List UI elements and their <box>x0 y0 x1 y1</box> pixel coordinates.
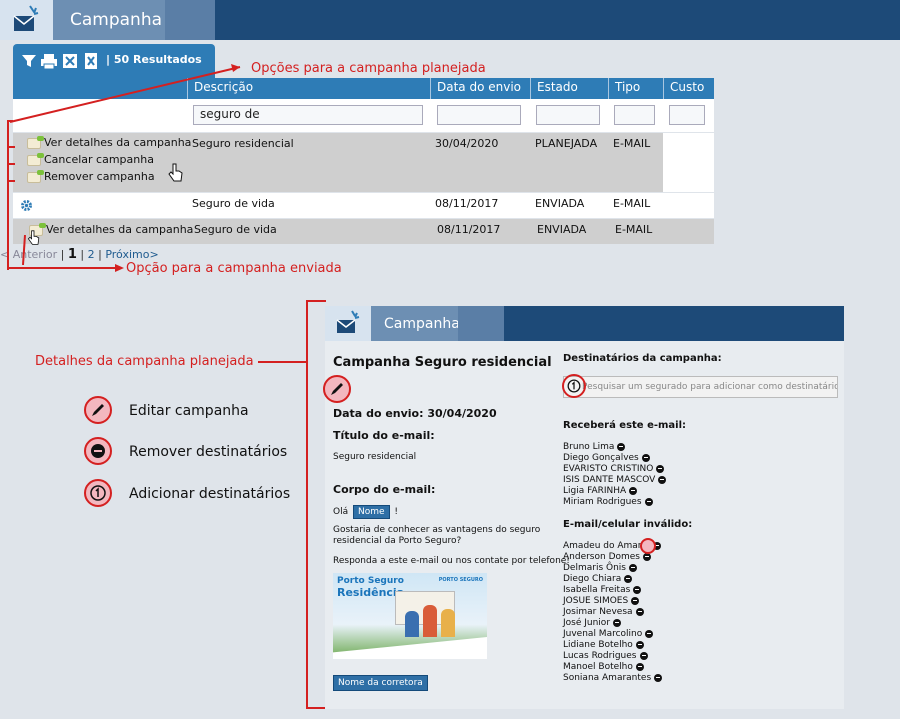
remove-recipient-icon[interactable] <box>658 475 667 484</box>
highlight-remove-recipient <box>640 538 656 554</box>
gear-icon[interactable] <box>20 199 33 212</box>
envelope-icon <box>27 153 44 166</box>
data-filter-input[interactable] <box>437 105 521 125</box>
list-item: EVARISTO CRISTINO <box>563 464 665 474</box>
tipo-filter-input[interactable] <box>614 105 655 125</box>
campaign-title: Campanha Seguro residencial <box>333 355 552 370</box>
details-annotation: Detalhes da campanha planejada <box>35 354 254 369</box>
campaign-logo-icon <box>0 0 53 40</box>
table-row[interactable]: Seguro de vida 08/11/2017 ENVIADA E-MAIL <box>13 193 714 218</box>
list-item: Josimar Nevesa <box>563 607 644 617</box>
details-header: Campanha <box>325 306 844 341</box>
column-data-envio[interactable]: Data do envio <box>430 78 530 99</box>
invalid-contact-label: E-mail/celular inválido: <box>563 519 693 530</box>
list-item: Diego Gonçalves <box>563 453 650 463</box>
list-item: Anderson Domes <box>563 552 652 562</box>
list-item: Bruno Lima <box>563 442 626 452</box>
remove-recipient-icon[interactable] <box>639 651 648 660</box>
planned-options-annotation: Opções para a campanha planejada <box>251 61 486 76</box>
email-body-label: Corpo do e-mail: <box>333 483 436 496</box>
list-item: Delmaris Ônis <box>563 563 637 573</box>
remove-recipient-icon[interactable] <box>613 618 622 627</box>
list-item: Lucas Rodrigues <box>563 651 648 661</box>
current-page[interactable]: 1 <box>68 247 77 262</box>
remove-recipient-icon[interactable] <box>628 563 637 572</box>
will-receive-label: Receberá este e-mail: <box>563 420 687 431</box>
list-item: ISIS DANTE MASCOV <box>563 475 667 485</box>
name-merge-tag[interactable]: Nome <box>352 505 390 519</box>
menu-ver-detalhes[interactable]: Ver detalhes da campanha <box>13 136 191 153</box>
list-item: Diego Chiara <box>563 574 633 584</box>
remove-recipient-icon[interactable] <box>633 585 642 594</box>
list-item: Lidiane Botelho <box>563 640 644 650</box>
add-recipient-icon[interactable] <box>562 374 586 398</box>
list-item: Ligia FARINHA <box>563 486 638 496</box>
email-title: Seguro residencial <box>333 452 417 462</box>
list-item: Isabella Freitas <box>563 585 642 595</box>
remove-legend-icon <box>84 437 112 465</box>
legend-add-label: Adicionar destinatários <box>129 486 291 502</box>
remove-recipient-icon[interactable] <box>635 607 644 616</box>
estado-filter-input[interactable] <box>536 105 600 125</box>
menu-cancelar-campanha[interactable]: Cancelar campanha <box>13 153 154 170</box>
edit-campaign-icon[interactable] <box>323 375 351 403</box>
broker-name-tag[interactable]: Nome da corretora <box>333 675 428 691</box>
list-item: Manoel Botelho <box>563 662 644 672</box>
table-row[interactable]: Seguro residencial 30/04/2020 PLANEJADA … <box>13 133 714 192</box>
list-item: José Junior <box>563 618 622 628</box>
remove-recipient-icon[interactable] <box>629 486 638 495</box>
planned-options-arrow <box>9 64 241 123</box>
list-item: Juvenal Marcolino <box>563 629 654 639</box>
sent-option-annotation: Opção para a campanha enviada <box>126 261 342 276</box>
remove-recipient-icon[interactable] <box>635 662 644 671</box>
remove-recipient-icon[interactable] <box>644 497 653 506</box>
column-estado[interactable]: Estado <box>530 78 608 99</box>
recipients-label: Destinatários da campanha: <box>563 353 722 364</box>
email-title-label: Título do e-mail: <box>333 429 435 442</box>
page-2-link[interactable]: 2 <box>88 248 95 261</box>
app-header: Campanha <box>0 0 900 40</box>
menu-remover-campanha[interactable]: Remover campanha <box>13 170 155 187</box>
remove-recipient-icon[interactable] <box>617 442 626 451</box>
hand-cursor-icon <box>168 163 183 182</box>
remove-recipient-icon[interactable] <box>624 574 633 583</box>
legend-remove-label: Remover destinatários <box>129 444 288 460</box>
column-custo[interactable]: Custo <box>663 78 714 99</box>
remove-recipient-icon[interactable] <box>654 673 663 682</box>
remove-recipient-icon[interactable] <box>641 453 650 462</box>
custo-filter-input[interactable] <box>669 105 705 125</box>
send-date: Data do envio: 30/04/2020 <box>333 407 497 420</box>
campaign-details-panel: Campanha Campanha Seguro residencial Dat… <box>323 306 844 709</box>
column-tipo[interactable]: Tipo <box>608 78 663 99</box>
next-page-link[interactable]: Próximo> <box>105 248 158 261</box>
table-row[interactable]: Ver detalhes da campanha Seguro de vida … <box>13 219 714 245</box>
add-legend-icon <box>84 479 112 507</box>
campaign-logo-icon <box>325 306 371 341</box>
envelope-icon <box>27 170 44 183</box>
menu-ver-detalhes-enviada[interactable]: Ver detalhes da campanha <box>15 223 193 240</box>
edit-legend-icon <box>84 396 112 424</box>
list-item: Miriam Rodrigues <box>563 497 653 507</box>
recipient-search-input[interactable]: Pesquisar um segurado para adicionar com… <box>563 376 838 398</box>
legend-edit-label: Editar campanha <box>129 403 249 419</box>
remove-recipient-icon[interactable] <box>631 596 640 605</box>
list-item: Soniana Amarantes <box>563 673 663 683</box>
remove-recipient-icon[interactable] <box>635 640 644 649</box>
remove-recipient-icon[interactable] <box>656 464 665 473</box>
envelope-icon <box>27 136 44 149</box>
remove-recipient-icon[interactable] <box>645 629 654 638</box>
list-item: JOSUE SIMOES <box>563 596 640 606</box>
email-banner-image: Porto Seguro Residência PORTO SEGURO <box>333 573 487 659</box>
